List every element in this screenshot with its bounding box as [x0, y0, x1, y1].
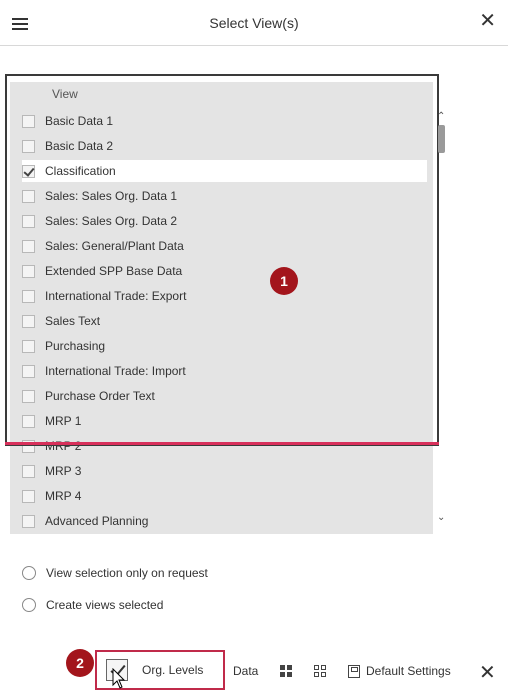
option-label: Create views selected: [46, 598, 164, 612]
checkbox-icon[interactable]: [22, 189, 35, 203]
checkbox-icon[interactable]: [22, 214, 35, 228]
checkbox-icon[interactable]: [22, 114, 35, 128]
org-levels-label: Org. Levels: [142, 663, 204, 677]
scrollbar-thumb[interactable]: [438, 125, 445, 153]
deselect-all-button[interactable]: [314, 665, 326, 677]
scroll-up-icon[interactable]: ⌃: [437, 111, 445, 122]
list-item[interactable]: MRP 3: [22, 460, 427, 482]
checkbox-icon[interactable]: [22, 264, 35, 278]
checkbox-icon[interactable]: [22, 364, 35, 378]
list-item[interactable]: Basic Data 1: [22, 110, 427, 132]
checkbox-checked-icon[interactable]: [22, 164, 35, 178]
list-item-label: Sales: General/Plant Data: [45, 239, 184, 253]
list-item-label: Basic Data 2: [45, 139, 114, 153]
close-icon[interactable]: ✕: [479, 11, 496, 31]
save-icon: [348, 664, 360, 678]
list-item[interactable]: MRP 1: [22, 410, 427, 432]
data-button[interactable]: Data: [233, 664, 258, 678]
step-badge-2: 2: [66, 649, 94, 677]
checkbox-icon[interactable]: [22, 389, 35, 403]
list-item-label: MRP 3: [45, 464, 82, 478]
list-item-label: Sales: Sales Org. Data 2: [45, 214, 178, 228]
list-item-label: Purchasing: [45, 339, 106, 353]
select-all-icon: [280, 665, 292, 677]
checkbox-icon[interactable]: [22, 489, 35, 503]
checkbox-icon[interactable]: [22, 464, 35, 478]
list-item-label: Sales: Sales Org. Data 1: [45, 189, 178, 203]
list-item-label: International Trade: Export: [45, 289, 187, 303]
default-settings-label: Default Settings: [366, 664, 451, 678]
radio-icon[interactable]: [22, 566, 36, 580]
select-all-button[interactable]: [280, 665, 292, 677]
option-label: View selection only on request: [46, 566, 208, 580]
list-item[interactable]: International Trade: Export: [22, 285, 427, 307]
list-item[interactable]: Sales: General/Plant Data: [22, 235, 427, 257]
list-item[interactable]: Extended SPP Base Data: [22, 260, 427, 282]
list-item[interactable]: Sales: Sales Org. Data 2: [22, 210, 427, 232]
checkbox-icon[interactable]: [22, 514, 35, 528]
list-item[interactable]: MRP 2: [22, 435, 427, 457]
list-item-label: Sales Text: [45, 314, 101, 328]
list-item-label: MRP 1: [45, 414, 82, 428]
radio-icon[interactable]: [22, 598, 36, 612]
option-view-on-request[interactable]: View selection only on request: [22, 564, 208, 582]
list-item-label: Basic Data 1: [45, 114, 114, 128]
mouse-cursor-icon: [112, 668, 126, 689]
dialog-title: Select View(s): [209, 15, 299, 31]
list-item[interactable]: Classification: [22, 160, 427, 182]
checkbox-icon[interactable]: [22, 239, 35, 253]
list-item[interactable]: International Trade: Import: [22, 360, 427, 382]
list-item[interactable]: Sales Text: [22, 310, 427, 332]
data-label: Data: [233, 664, 259, 678]
list-item[interactable]: Basic Data 2: [22, 135, 427, 157]
list-item[interactable]: MRP 4: [22, 485, 427, 507]
cancel-icon[interactable]: ✕: [479, 660, 496, 685]
list-item-label: International Trade: Import: [45, 364, 186, 378]
list-item[interactable]: Purchasing: [22, 335, 427, 357]
highlight-frame-1-edge: [5, 442, 439, 445]
checkbox-icon[interactable]: [22, 139, 35, 153]
option-create-views[interactable]: Create views selected: [22, 596, 163, 614]
dialog-header: Select View(s) ✕: [0, 0, 508, 46]
default-settings-button[interactable]: Default Settings: [348, 664, 451, 678]
list-item[interactable]: Sales: Sales Org. Data 1: [22, 185, 427, 207]
list-item-label: Advanced Planning: [45, 514, 149, 528]
list-item-label: Extended SPP Base Data: [45, 264, 183, 278]
checkbox-icon[interactable]: [22, 289, 35, 303]
deselect-all-icon: [314, 665, 326, 677]
step-badge-1: 1: [270, 267, 298, 295]
list-item-label: Classification: [45, 164, 116, 178]
list-item-label: MRP 4: [45, 489, 82, 503]
list-item[interactable]: Advanced Planning: [22, 510, 427, 532]
checkbox-icon[interactable]: [22, 339, 35, 353]
checkbox-icon[interactable]: [22, 314, 35, 328]
checkbox-icon[interactable]: [22, 414, 35, 428]
scroll-down-icon[interactable]: ⌄: [437, 512, 445, 523]
view-column-header: View: [52, 87, 78, 101]
list-item[interactable]: Purchase Order Text: [22, 385, 427, 407]
list-item-label: Purchase Order Text: [45, 389, 155, 403]
